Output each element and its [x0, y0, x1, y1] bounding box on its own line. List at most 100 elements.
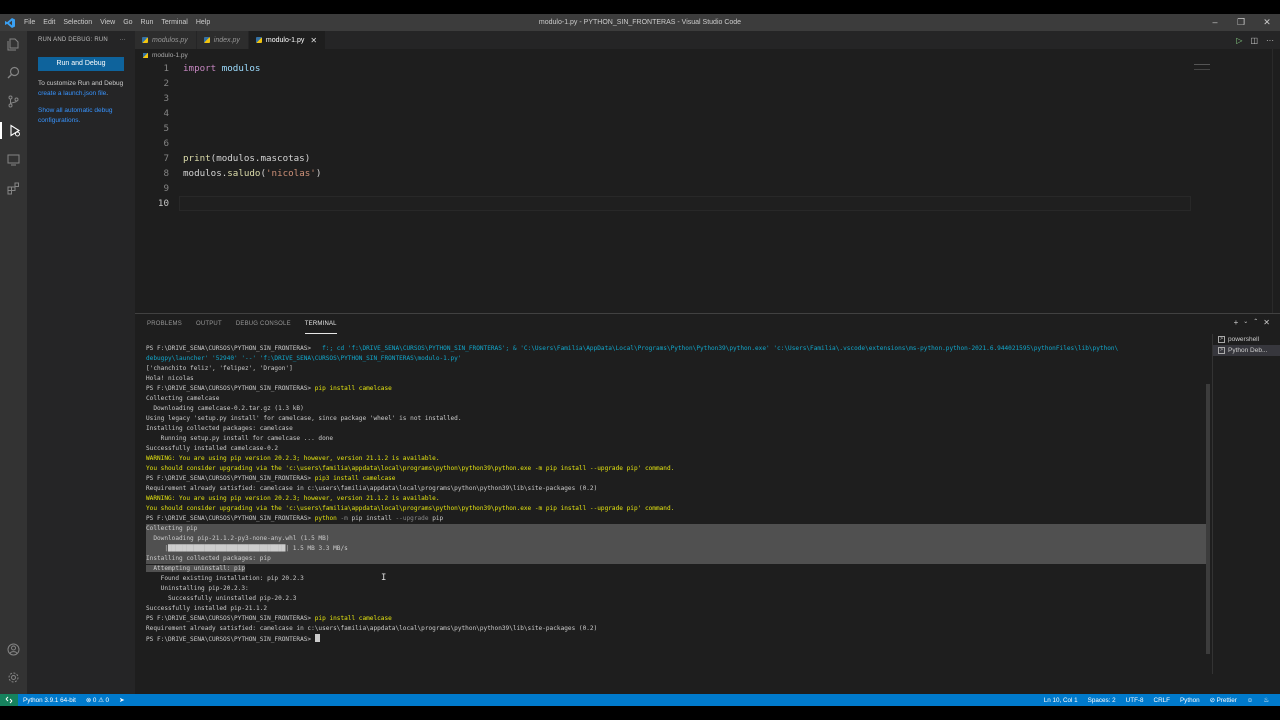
close-window-icon[interactable]: ✕ — [1254, 14, 1280, 31]
source-control-icon[interactable] — [5, 93, 22, 110]
customize-text: To customize Run and Debug create a laun… — [38, 79, 124, 98]
code-line[interactable]: 4 — [135, 106, 1280, 121]
prettier-status[interactable]: ⊘ Prettier — [1205, 697, 1242, 704]
sidebar-title: RUN AND DEBUG: RUN — [38, 37, 108, 43]
python-file-icon — [203, 37, 210, 43]
run-debug-icon[interactable] — [0, 122, 27, 139]
menu-terminal[interactable]: Terminal — [157, 14, 191, 31]
code-line[interactable]: 8 modulos.saludo('nicolas') — [135, 166, 1280, 181]
editor-actions: ▷ ◫ ··· — [1236, 31, 1274, 49]
menu-run[interactable]: Run — [137, 14, 158, 31]
terminal-prompt: PS F:\DRIVE_SENA\CURSOS\PYTHON_SIN_FRONT… — [146, 345, 315, 352]
line-ending[interactable]: CRLF — [1149, 697, 1175, 704]
progress-text: 1.5 MB 3.3 MB/s — [289, 545, 348, 552]
terminal-prompt: PS F:\DRIVE_SENA\CURSOS\PYTHON_SIN_FRONT… — [146, 385, 315, 392]
status-right: Ln 10, Col 1 Spaces: 2 UTF-8 CRLF Python… — [1039, 697, 1274, 704]
editor-scrollbar[interactable] — [1272, 49, 1280, 313]
tab-problems[interactable]: PROBLEMS — [147, 314, 182, 334]
extensions-icon[interactable] — [5, 180, 22, 197]
split-editor-icon[interactable]: ◫ — [1250, 36, 1258, 45]
line-number: 1 — [163, 63, 169, 74]
minimap[interactable] — [1194, 64, 1210, 70]
search-icon[interactable] — [5, 64, 22, 81]
maximize-panel-icon[interactable]: ⌃ — [1253, 318, 1258, 327]
code-text: (modulos.mascotas) — [210, 153, 311, 164]
line-number: 8 — [163, 168, 169, 179]
remote-explorer-icon[interactable] — [5, 151, 22, 168]
indentation[interactable]: Spaces: 2 — [1083, 697, 1121, 704]
create-launch-json-link[interactable]: create a launch.json file — [38, 90, 106, 97]
terminal-output[interactable]: PS F:\DRIVE_SENA\CURSOS\PYTHON_SIN_FRONT… — [146, 344, 1208, 684]
language-mode[interactable]: Python — [1175, 697, 1205, 704]
line-number: 5 — [163, 123, 169, 134]
terminal-line: Requirement already satisfied: camelcase… — [146, 485, 598, 492]
tab-modulos-py[interactable]: modulos.py — [135, 31, 197, 49]
terminal-line: Successfully uninstalled pip-20.2.3 — [146, 595, 297, 602]
terminal-line: Successfully installed camelcase-0.2 — [146, 445, 279, 452]
code-line[interactable]: 2 — [135, 76, 1280, 91]
chevron-down-icon[interactable]: ⌄ — [1243, 318, 1248, 327]
tab-terminal[interactable]: TERMINAL — [304, 314, 337, 334]
live-share-icon[interactable]: ➤ — [114, 697, 129, 704]
activity-bar — [0, 31, 27, 694]
feedback-icon[interactable]: ☺ — [1242, 697, 1258, 704]
encoding[interactable]: UTF-8 — [1121, 697, 1149, 704]
terminal-line: PS F:\DRIVE_SENA\CURSOS\PYTHON_SIN_FRONT… — [146, 344, 1208, 354]
show-auto-debug-link[interactable]: Show all automatic debug configurations. — [38, 106, 124, 125]
function-name: print — [183, 153, 211, 164]
more-actions-icon[interactable]: ··· — [1266, 36, 1274, 45]
python-file-icon — [142, 37, 148, 43]
minimize-icon[interactable]: – — [1202, 14, 1228, 31]
title-bar: File Edit Selection View Go Run Terminal… — [0, 14, 1280, 31]
code-line[interactable]: 9 — [135, 181, 1280, 196]
maximize-icon[interactable]: ❐ — [1228, 14, 1254, 31]
selected-text: Attempting uninstall: pip — [146, 565, 246, 572]
line-number: 6 — [163, 138, 169, 149]
new-terminal-icon[interactable]: + — [1234, 318, 1239, 327]
run-and-debug-button[interactable]: Run and Debug — [38, 57, 124, 71]
terminal-item-python-debug[interactable]: > Python Deb... — [1213, 345, 1280, 356]
account-icon[interactable] — [5, 641, 22, 658]
code-line[interactable]: 10 — [135, 196, 1280, 211]
menu-selection[interactable]: Selection — [59, 14, 96, 31]
close-panel-icon[interactable]: ✕ — [1263, 318, 1270, 327]
tab-debug-console[interactable]: DEBUG CONSOLE — [236, 314, 291, 334]
menu-view[interactable]: View — [96, 14, 119, 31]
tab-index-py[interactable]: index.py — [196, 31, 249, 49]
line-number: 2 — [163, 78, 169, 89]
code-editor[interactable]: modulo-1.py 1 import modulos 2 3 4 5 6 7… — [135, 49, 1280, 313]
customize-label: To customize Run and Debug — [38, 80, 124, 87]
remote-icon[interactable] — [0, 694, 18, 706]
more-actions-icon[interactable]: ··· — [119, 37, 126, 43]
explorer-icon[interactable] — [5, 36, 22, 53]
breadcrumb-file[interactable]: modulo-1.py — [152, 52, 188, 59]
python-interpreter[interactable]: Python 3.9.1 64-bit — [18, 697, 81, 704]
close-tab-icon[interactable]: ✕ — [310, 36, 317, 45]
code-line[interactable]: 5 — [135, 121, 1280, 136]
terminal-warning: You should consider upgrading via the 'c… — [146, 505, 675, 512]
problems-count[interactable]: ⊗ 0 ⚠ 0 — [81, 697, 114, 704]
terminal-command: pip3 install camelcase — [314, 475, 396, 482]
notifications-bell-icon[interactable]: ♨ — [1258, 697, 1274, 704]
code-line[interactable]: 6 — [135, 136, 1280, 151]
terminal-scrollbar[interactable] — [1206, 384, 1210, 654]
terminal-command: pip install — [351, 515, 396, 522]
menu-go[interactable]: Go — [119, 14, 136, 31]
code-line[interactable]: 3 — [135, 91, 1280, 106]
run-file-icon[interactable]: ▷ — [1236, 36, 1242, 45]
code-line[interactable]: 7 print(modulos.mascotas) — [135, 151, 1280, 166]
line-number: 4 — [163, 108, 169, 119]
terminal-line: PS F:\DRIVE_SENA\CURSOS\PYTHON_SIN_FRONT… — [146, 634, 1208, 644]
menu-edit[interactable]: Edit — [39, 14, 59, 31]
tab-modulo-1-py[interactable]: modulo-1.py ✕ — [248, 31, 327, 49]
menu-help[interactable]: Help — [192, 14, 214, 31]
status-bar: Python 3.9.1 64-bit ⊗ 0 ⚠ 0 ➤ Ln 10, Col… — [0, 694, 1280, 706]
menu-file[interactable]: File — [20, 14, 39, 31]
tab-output[interactable]: OUTPUT — [196, 314, 222, 334]
line-number: 10 — [157, 198, 169, 209]
settings-gear-icon[interactable] — [5, 669, 22, 686]
terminal-item-powershell[interactable]: > powershell — [1213, 334, 1280, 345]
editor-tabs: modulos.py index.py modulo-1.py ✕ ▷ ◫ ··… — [135, 31, 1280, 49]
code-line[interactable]: 1 import modulos — [135, 61, 1280, 76]
cursor-position[interactable]: Ln 10, Col 1 — [1039, 697, 1083, 704]
